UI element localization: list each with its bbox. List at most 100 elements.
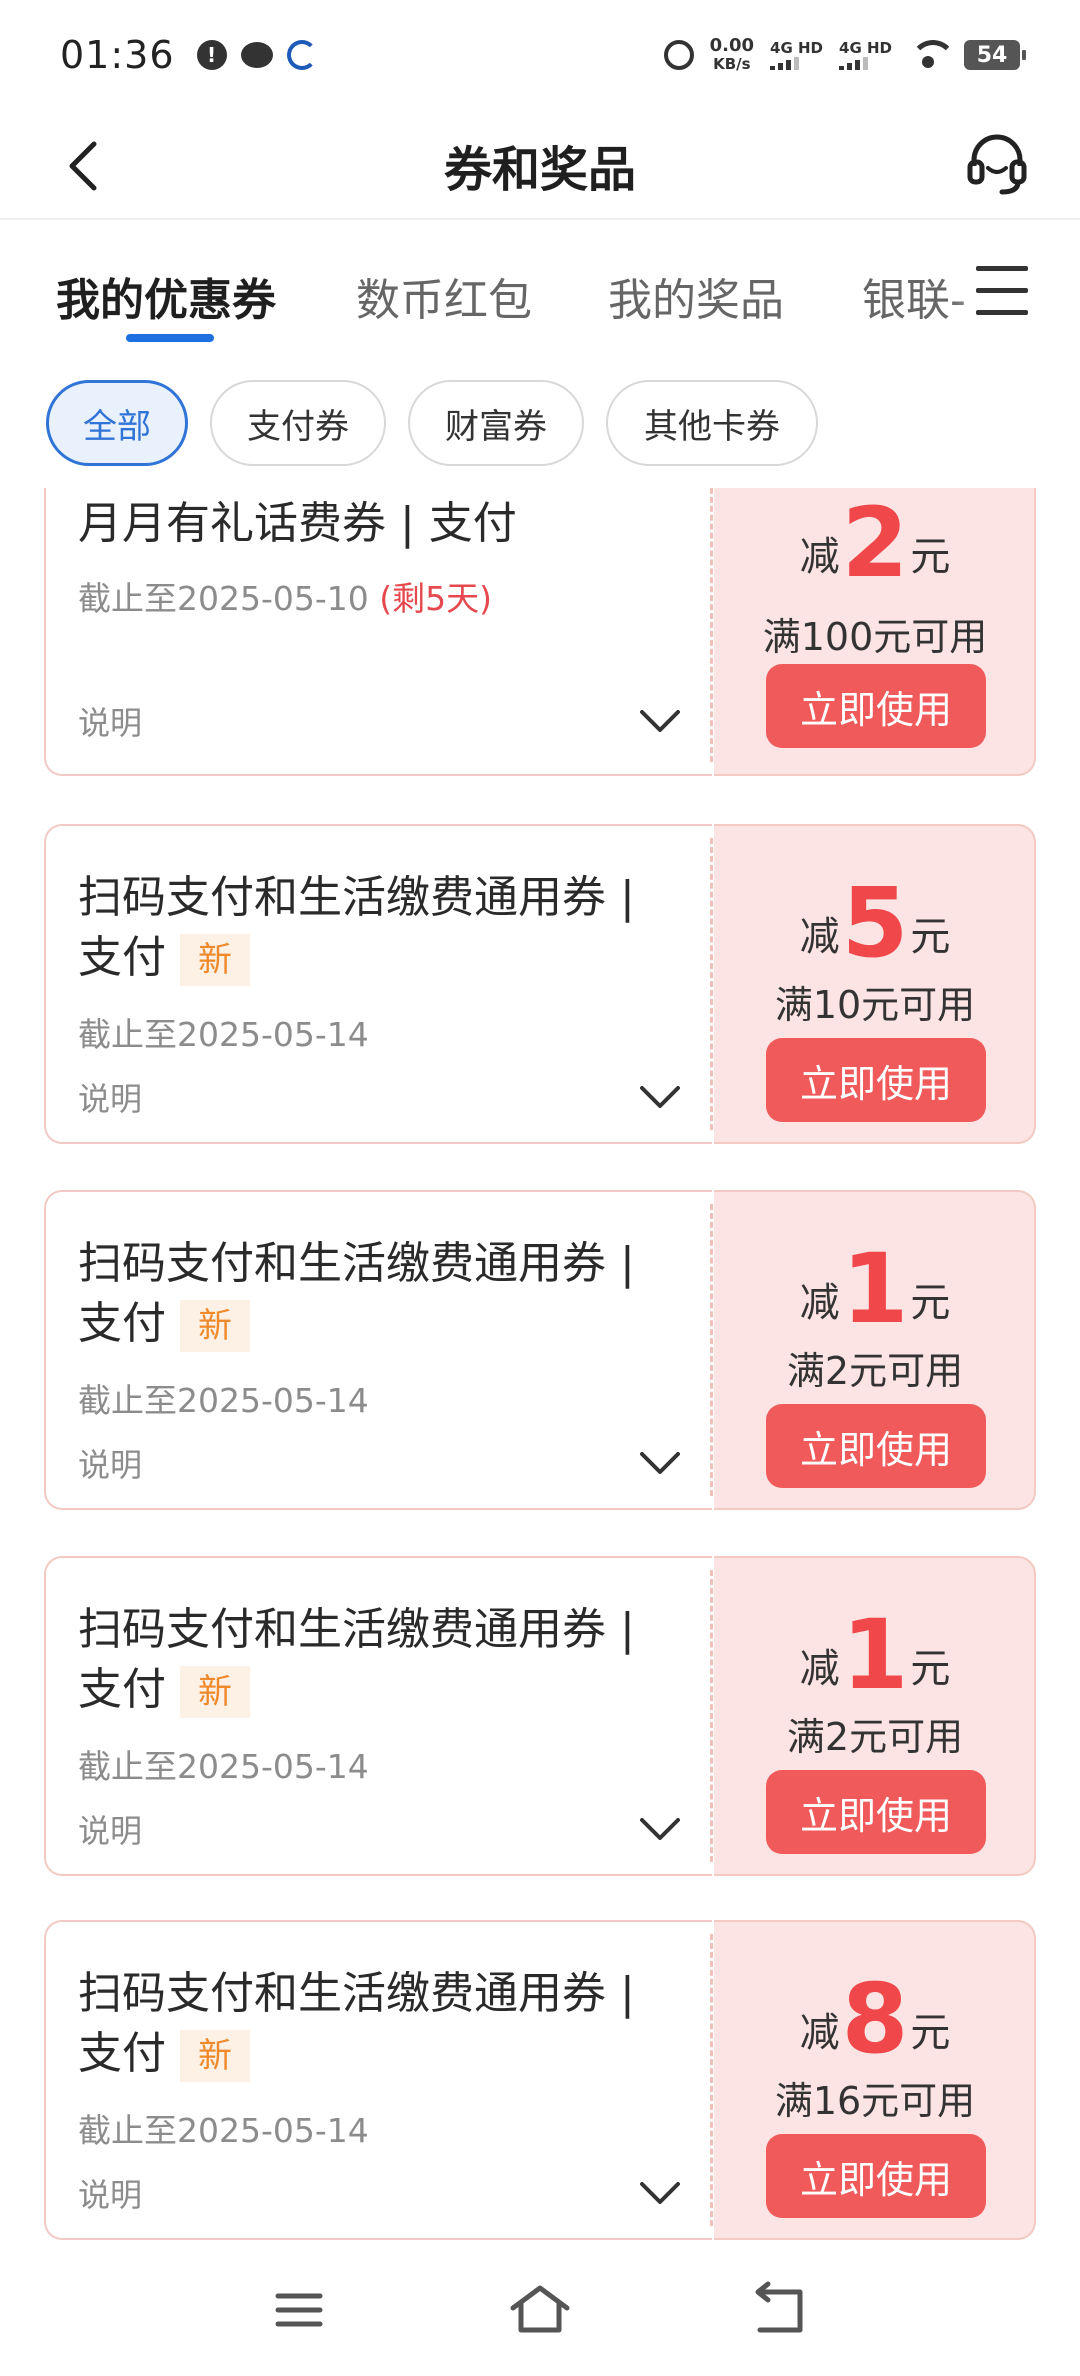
coupon-deadline-text: 截止至2025-05-10 <box>78 579 369 618</box>
signal-2: 4G HD <box>839 40 892 70</box>
coupon-amount: 减2元 <box>714 495 1036 591</box>
coupon-divider <box>710 1570 713 1862</box>
status-bar: 01:36 ! 0.00 KB/s 4G HD 4G HD 54 <box>0 0 1080 110</box>
coupon-card: 扫码支付和生活缴费通用券 | 支付新 截止至2025-05-14 说明 减5元 … <box>44 824 1036 1144</box>
coupon-currency: 元 <box>910 534 951 580</box>
coupon-description-link[interactable]: 说明 <box>78 1074 142 1120</box>
headset-icon <box>967 134 1027 195</box>
coupon-condition: 满2元可用 <box>786 1715 964 1759</box>
chevron-down-icon[interactable] <box>638 706 682 736</box>
coupon-minus-label: 减 <box>799 1646 840 1692</box>
new-badge: 新 <box>180 1666 250 1718</box>
use-now-button[interactable]: 立即使用 <box>766 1038 986 1122</box>
network-speed: 0.00 KB/s <box>709 35 755 74</box>
coupon-currency: 元 <box>910 2010 951 2056</box>
chevron-down-icon[interactable] <box>638 2178 682 2208</box>
filter-chips: 全部 支付券 财富券 其他卡券 <box>46 380 818 466</box>
new-badge: 新 <box>180 1300 250 1352</box>
signal-1: 4G HD <box>770 40 823 70</box>
coupon-amount-value: 1 <box>841 1233 909 1345</box>
alarm-icon <box>663 40 694 70</box>
coupon-amount: 减8元 <box>714 1971 1036 2067</box>
coupon-title: 扫码支付和生活缴费通用券 | 支付新 <box>78 1600 688 1720</box>
signal-bars-icon <box>839 56 892 70</box>
coupon-divider <box>710 1204 713 1496</box>
wifi-icon <box>908 40 956 70</box>
coupon-divider <box>710 1934 713 2226</box>
coupon-amount: 减1元 <box>714 1607 1036 1703</box>
coupon-card: 扫码支付和生活缴费通用券 | 支付新 截止至2025-05-14 说明 减1元 … <box>44 1190 1036 1510</box>
coupon-title: 扫码支付和生活缴费通用券 | 支付新 <box>78 1964 688 2084</box>
chevron-down-icon[interactable] <box>638 1814 682 1844</box>
chevron-down-icon[interactable] <box>638 1082 682 1112</box>
status-right-icons: 0.00 KB/s 4G HD 4G HD 54 <box>663 35 1026 74</box>
tab-my-coupons[interactable]: 我的优惠券 <box>56 264 276 328</box>
app-notification-icon <box>286 40 317 70</box>
coupon-title: 扫码支付和生活缴费通用券 | 支付新 <box>78 868 688 988</box>
coupon-minus-label: 减 <box>799 2010 840 2056</box>
coupon-description-link[interactable]: 说明 <box>78 1440 142 1486</box>
coupon-card: 扫码支付和生活缴费通用券 | 支付新 截止至2025-05-14 说明 减1元 … <box>44 1556 1036 1876</box>
active-tab-indicator <box>126 334 214 342</box>
coupon-card: 月月有礼话费券 | 支付 截止至2025-05-10 (剩5天) 说明 减2元 … <box>44 488 1036 776</box>
coupon-deadline: 截止至2025-05-14 <box>78 1381 369 1420</box>
network-speed-unit: KB/s <box>713 55 751 73</box>
signal-bars-icon <box>770 56 823 70</box>
signal-1-label: 4G HD <box>770 39 824 57</box>
coupon-title-text: 扫码支付和生活缴费通用券 | 支付 <box>78 1968 635 2079</box>
battery-icon: 54 <box>964 40 1026 70</box>
page-title: 券和奖品 <box>443 142 636 198</box>
network-speed-value: 0.00 <box>709 35 755 56</box>
filter-other-coupons[interactable]: 其他卡券 <box>606 380 818 466</box>
coupon-divider <box>710 488 713 762</box>
coupon-description-link[interactable]: 说明 <box>78 2170 142 2216</box>
coupon-title-text: 扫码支付和生活缴费通用券 | 支付 <box>78 1604 635 1715</box>
tab-my-prizes[interactable]: 我的奖品 <box>608 264 784 328</box>
coupon-minus-label: 减 <box>799 1280 840 1326</box>
filter-wealth-coupon[interactable]: 财富券 <box>408 380 584 466</box>
coupon-description-link[interactable]: 说明 <box>78 698 142 744</box>
coupon-condition: 满100元可用 <box>762 615 988 659</box>
coupon-amount: 减5元 <box>714 875 1036 971</box>
customer-service-button[interactable] <box>962 128 1032 198</box>
new-badge: 新 <box>180 2030 250 2082</box>
tab-bar: 我的优惠券 数币红包 我的奖品 银联- <box>0 220 1080 350</box>
return-icon[interactable] <box>746 2280 816 2340</box>
coupon-remaining: (剩5天) <box>379 579 493 618</box>
filter-payment-coupon[interactable]: 支付券 <box>210 380 386 466</box>
message-notification-icon <box>240 42 273 68</box>
coupon-currency: 元 <box>910 1646 951 1692</box>
coupon-title: 月月有礼话费券 | 支付 <box>78 494 688 554</box>
coupon-deadline: 截止至2025-05-14 <box>78 1747 369 1786</box>
coupon-amount-value: 8 <box>841 1963 909 2075</box>
coupon-list: 月月有礼话费券 | 支付 截止至2025-05-10 (剩5天) 说明 减2元 … <box>0 488 1080 2240</box>
chevron-down-icon[interactable] <box>638 1448 682 1478</box>
menu-icon[interactable] <box>264 2280 334 2340</box>
menu-icon[interactable] <box>976 266 1028 316</box>
coupon-condition: 满10元可用 <box>774 983 976 1027</box>
tab-digital-red-packets[interactable]: 数币红包 <box>356 264 532 328</box>
coupon-deadline: 截止至2025-05-14 <box>78 1015 369 1054</box>
use-now-button[interactable]: 立即使用 <box>766 1770 986 1854</box>
notification-icons: ! <box>196 40 317 70</box>
coupon-amount: 减1元 <box>714 1241 1036 1337</box>
coupon-title-text: 扫码支付和生活缴费通用券 | 支付 <box>78 872 635 983</box>
filter-all[interactable]: 全部 <box>46 380 188 466</box>
coupon-title: 扫码支付和生活缴费通用券 | 支付新 <box>78 1234 688 1354</box>
alert-notification-icon: ! <box>196 40 227 70</box>
coupon-description-link[interactable]: 说明 <box>78 1806 142 1852</box>
use-now-button[interactable]: 立即使用 <box>766 1404 986 1488</box>
use-now-button[interactable]: 立即使用 <box>766 2134 986 2218</box>
coupon-title-text: 月月有礼话费券 | 支付 <box>78 498 517 549</box>
app-header: 券和奖品 <box>0 110 1080 220</box>
use-now-button[interactable]: 立即使用 <box>766 664 986 748</box>
coupon-deadline: 截止至2025-05-10 (剩5天) <box>78 572 492 620</box>
coupon-deadline: 截止至2025-05-14 <box>78 2111 369 2150</box>
coupon-currency: 元 <box>910 914 951 960</box>
new-badge: 新 <box>180 934 250 986</box>
coupon-amount-value: 2 <box>841 488 909 599</box>
coupon-currency: 元 <box>910 1280 951 1326</box>
home-icon[interactable] <box>505 2280 575 2340</box>
coupon-divider <box>710 838 713 1130</box>
coupon-condition: 满16元可用 <box>774 2079 976 2123</box>
